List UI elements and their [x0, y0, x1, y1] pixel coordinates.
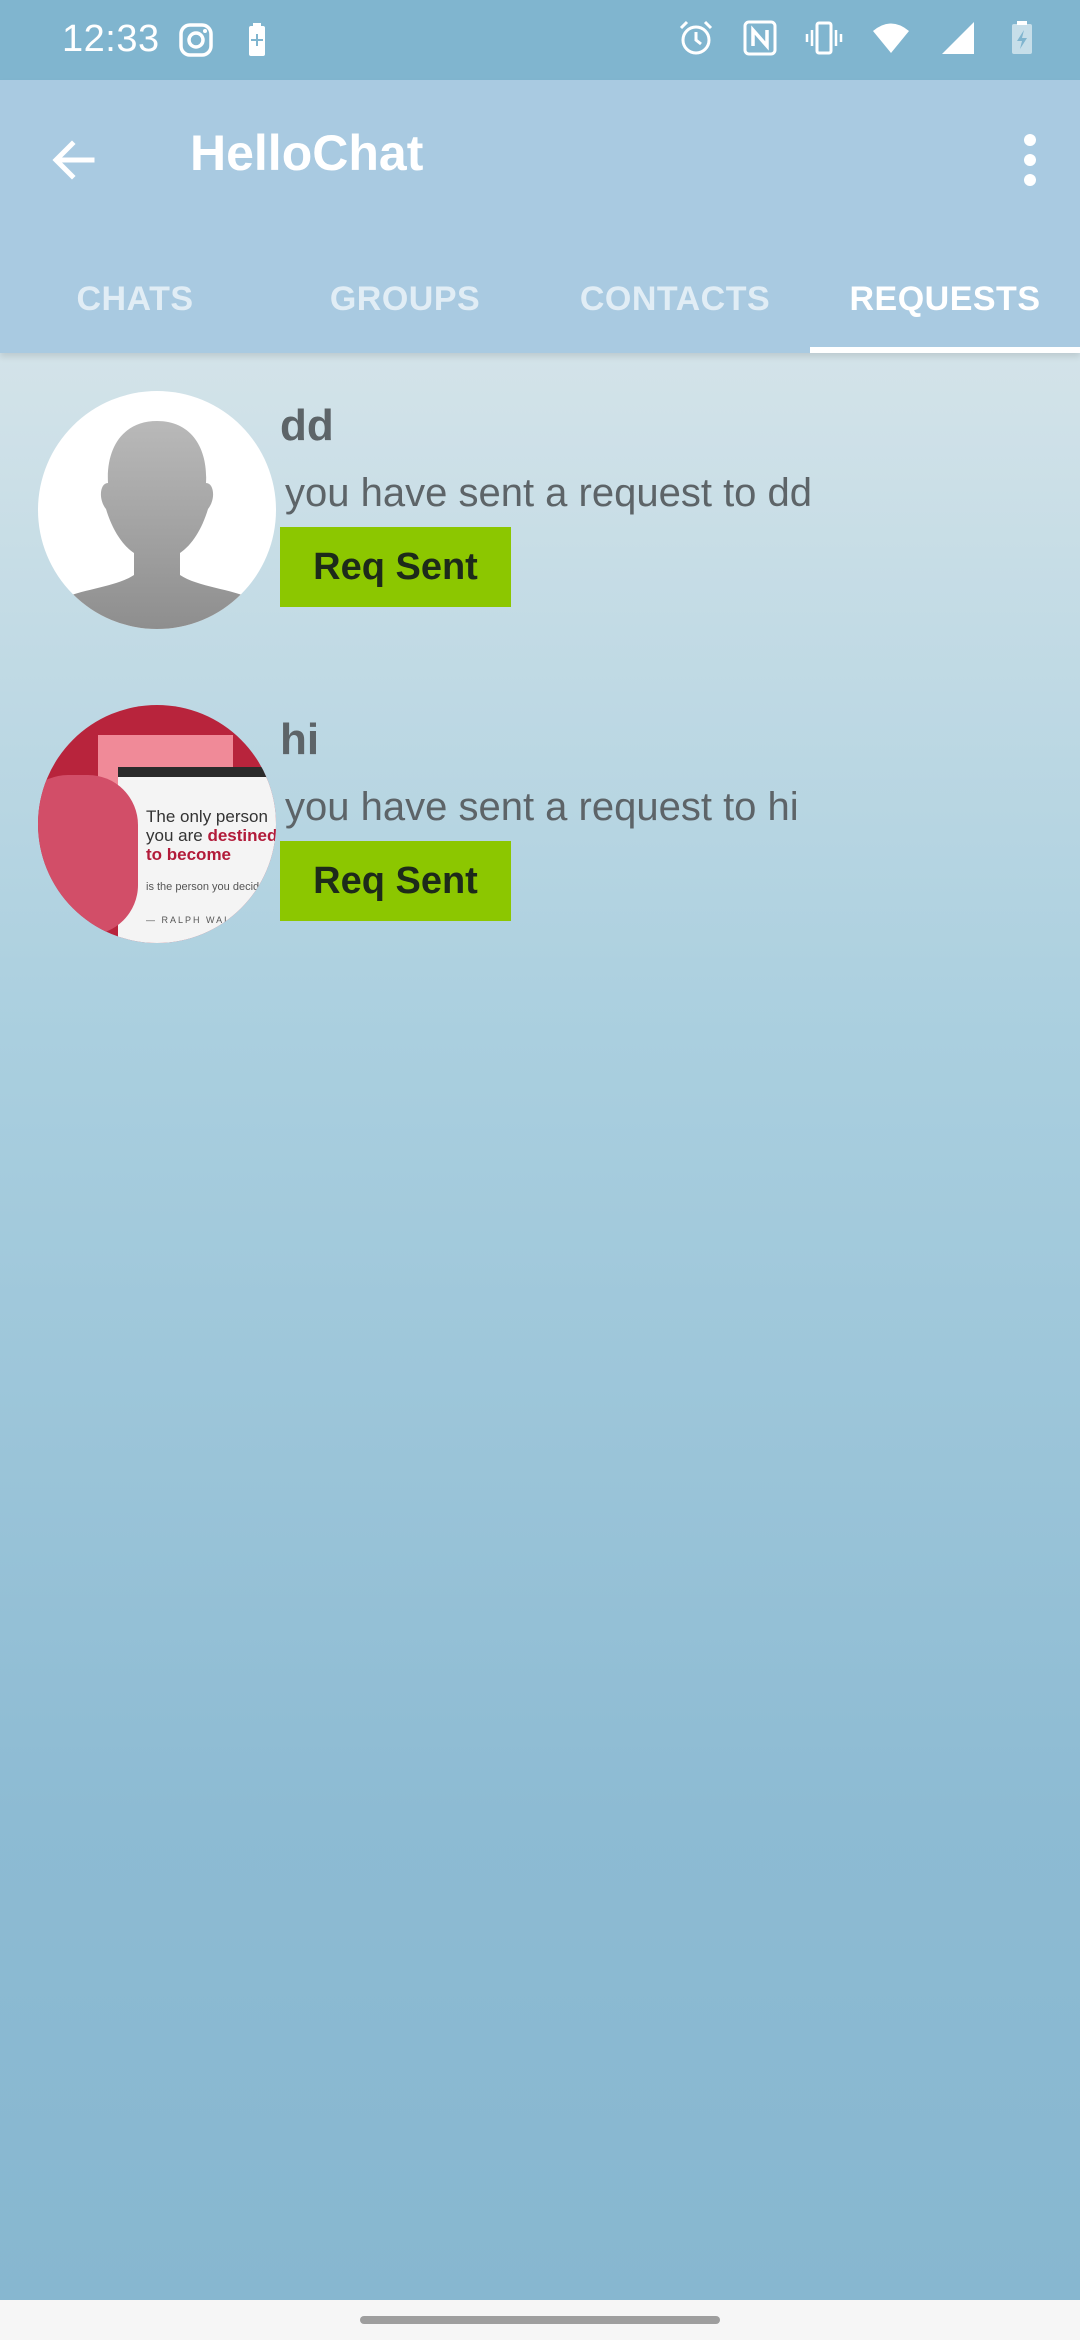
avatar-text-line: you are destined — [146, 826, 276, 846]
vibrate-icon — [805, 21, 843, 55]
alarm-icon — [679, 20, 713, 55]
request-message: you have sent a request to hi — [285, 785, 799, 829]
avatar-text-part: you are — [146, 826, 208, 845]
status-right-icons — [676, 18, 1042, 58]
nfc-icon — [743, 20, 777, 56]
more-options-icon[interactable] — [998, 124, 1062, 196]
status-left-icons — [176, 20, 280, 60]
signal-icon — [942, 22, 974, 54]
avatar-text-emphasis: destined — [207, 826, 276, 845]
request-message: you have sent a request to dd — [285, 471, 813, 515]
avatar-quote-image[interactable]: The only person you are destined to beco… — [38, 705, 276, 943]
back-arrow-icon[interactable] — [42, 128, 106, 192]
request-item[interactable]: The only person you are destined to beco… — [0, 667, 1080, 943]
request-item[interactable]: dd you have sent a request to dd Req Sen… — [0, 353, 1080, 629]
request-name: hi — [280, 715, 320, 764]
status-bar: 12:33 — [0, 0, 1080, 80]
avatar-text-line: — RALPH WALDO — [146, 915, 249, 925]
tab-bar: CHATS GROUPS CONTACTS REQUESTS — [0, 245, 1080, 353]
requests-list: dd you have sent a request to dd Req Sen… — [0, 353, 1080, 2300]
tab-chats[interactable]: CHATS — [0, 245, 270, 353]
instagram-icon — [179, 23, 213, 57]
req-sent-button[interactable]: Req Sent — [280, 527, 511, 607]
request-name: dd — [280, 401, 334, 450]
tab-contacts[interactable]: CONTACTS — [540, 245, 810, 353]
avatar-hand — [38, 775, 138, 935]
tab-requests[interactable]: REQUESTS — [810, 245, 1080, 353]
person-silhouette-icon — [62, 421, 252, 629]
battery-saver-icon — [249, 23, 265, 56]
app-bar: HelloChat CHATS GROUPS CONTACTS REQUESTS — [0, 80, 1080, 353]
req-sent-button[interactable]: Req Sent — [280, 841, 511, 921]
avatar-default-person-icon[interactable] — [38, 391, 276, 629]
battery-icon — [1012, 21, 1032, 54]
tab-groups[interactable]: GROUPS — [270, 245, 540, 353]
navigation-bar — [0, 2300, 1080, 2340]
wifi-icon — [873, 23, 909, 53]
avatar-text-line: to become — [146, 845, 232, 864]
app-title: HelloChat — [190, 125, 424, 181]
status-time: 12:33 — [62, 18, 160, 60]
avatar-text-line: is the person you decide — [146, 881, 266, 893]
gesture-handle[interactable] — [360, 2316, 720, 2324]
avatar-text-line: The only person — [146, 807, 268, 826]
